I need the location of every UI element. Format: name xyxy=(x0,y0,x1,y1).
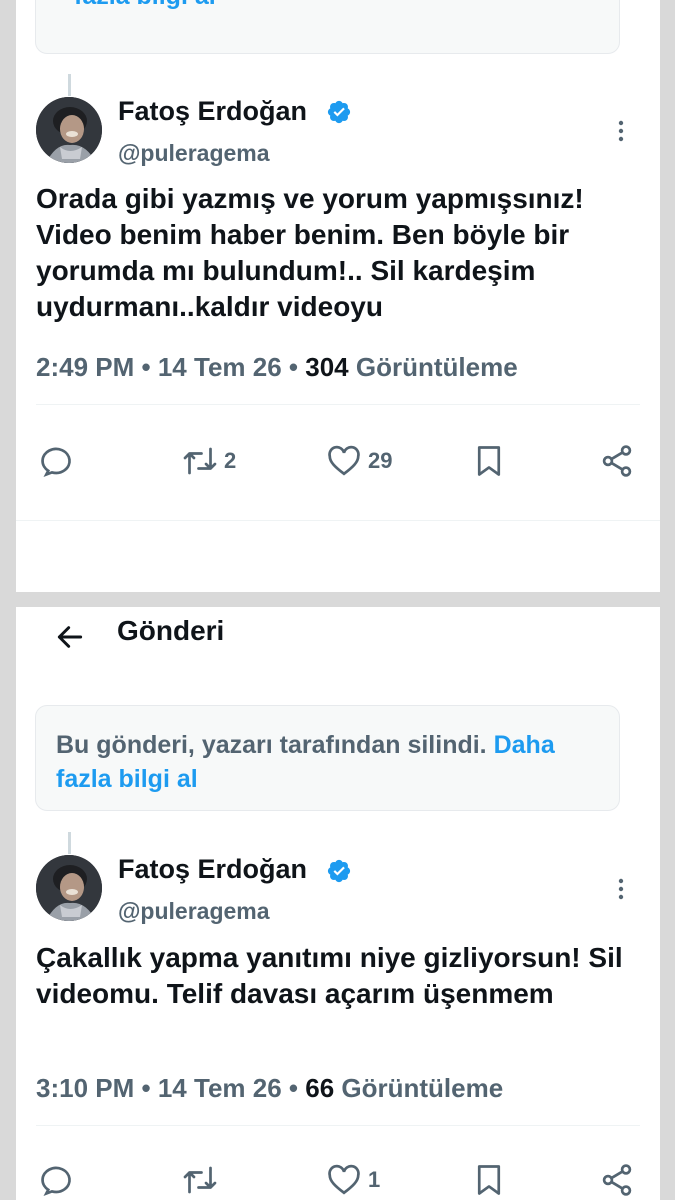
tweet-date[interactable]: 14 Tem 26 xyxy=(158,352,282,382)
share-icon xyxy=(602,445,632,477)
like-count: 29 xyxy=(368,448,393,473)
retweet-count: 2 xyxy=(224,448,237,473)
page-title: Gönderi xyxy=(117,615,225,646)
tweet-meta: 2:49 PM • 14 Tem 26 • 304 Görüntüleme xyxy=(36,352,518,383)
tweet-text: Çakallık yapma yanıtımı niye gizliyorsun… xyxy=(36,942,623,1009)
bookmark-icon xyxy=(477,1165,501,1195)
like-count: 1 xyxy=(368,1167,381,1192)
share-icon xyxy=(602,1164,632,1196)
meta-separator: • xyxy=(288,352,299,382)
avatar[interactable] xyxy=(36,97,102,163)
divider xyxy=(36,1125,640,1126)
retweet-button[interactable] xyxy=(182,1162,218,1198)
like-icon xyxy=(328,1164,360,1195)
meta-separator: • xyxy=(288,1073,299,1103)
share-button[interactable] xyxy=(599,1162,635,1198)
reply-icon xyxy=(41,447,71,477)
deleted-notice-banner: Bu gönderi, yazarı tarafından silindi. D… xyxy=(35,705,620,811)
divider xyxy=(36,404,640,405)
divider xyxy=(16,520,660,521)
learn-more-link[interactable]: fazla bilgi al xyxy=(74,0,216,13)
like-button[interactable]: 29 xyxy=(326,443,392,479)
share-button[interactable] xyxy=(599,443,635,479)
views-count: 304 xyxy=(305,352,349,382)
avatar[interactable] xyxy=(36,855,102,921)
tweet-date[interactable]: 14 Tem 26 xyxy=(158,1073,282,1103)
views-label: Görüntüleme xyxy=(341,1073,504,1103)
back-arrow-icon[interactable] xyxy=(54,621,86,653)
author-handle[interactable]: @puleragema xyxy=(118,140,270,167)
meta-separator: • xyxy=(141,352,151,382)
deleted-notice-text: Bu gönderi, yazarı tarafından silindi. xyxy=(56,731,487,759)
views-count: 66 xyxy=(305,1073,335,1103)
author-name[interactable]: Fatoş Erdoğan xyxy=(118,96,307,127)
author-handle[interactable]: @puleragema xyxy=(118,898,270,925)
bookmark-button[interactable] xyxy=(471,1162,507,1198)
reply-button[interactable] xyxy=(40,443,76,479)
verified-badge-icon xyxy=(327,859,351,883)
bookmark-icon xyxy=(477,446,501,476)
thread-line xyxy=(68,832,71,854)
reply-icon xyxy=(41,1166,71,1196)
verified-badge-icon xyxy=(327,100,351,124)
author-name[interactable]: Fatoş Erdoğan xyxy=(118,854,307,885)
tweet-time[interactable]: 3:10 PM xyxy=(36,1073,134,1103)
thread-line xyxy=(68,74,71,96)
tweet-text: Orada gibi yazmış ve yorum yapmışsınız! … xyxy=(36,183,584,322)
tweet-panel-bottom: Gönderi Bu gönderi, yazarı tarafından si… xyxy=(16,607,660,1200)
retweet-button[interactable]: 2 xyxy=(182,443,236,479)
bookmark-button[interactable] xyxy=(471,443,507,479)
like-icon xyxy=(328,445,360,476)
like-button[interactable]: 1 xyxy=(326,1162,380,1198)
retweet-icon xyxy=(183,1166,217,1194)
meta-separator: • xyxy=(141,1073,151,1103)
deleted-notice-banner: fazla bilgi al xyxy=(35,0,620,54)
reply-button[interactable] xyxy=(40,1162,76,1198)
retweet-icon xyxy=(183,447,217,475)
more-options-icon[interactable] xyxy=(616,878,626,900)
tweet-meta: 3:10 PM • 14 Tem 26 • 66 Görüntüleme xyxy=(36,1073,503,1104)
more-options-icon[interactable] xyxy=(616,120,626,142)
tweet-panel-top: fazla bilgi al Fatoş Erdoğan @puleragema… xyxy=(16,0,660,592)
tweet-time[interactable]: 2:49 PM xyxy=(36,352,134,382)
views-label: Görüntüleme xyxy=(355,352,518,382)
